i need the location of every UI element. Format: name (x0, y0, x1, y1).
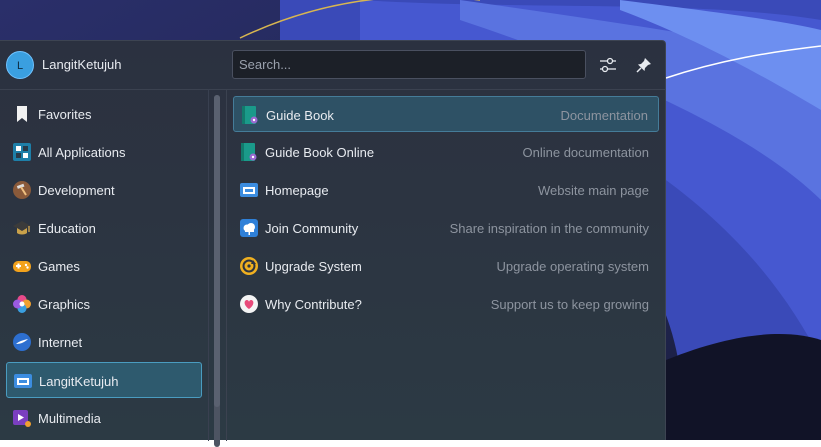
sidebar-scrollbar[interactable] (214, 95, 220, 447)
sidebar-edge (208, 89, 209, 441)
sidebar-item-label: Multimedia (38, 411, 101, 426)
app-description: Upgrade operating system (496, 259, 649, 274)
sidebar-item-multimedia[interactable]: Multimedia (6, 400, 202, 436)
sidebar-item-label: All Applications (38, 145, 126, 160)
sidebar-item-label: Graphics (38, 297, 91, 312)
bookmark-icon (17, 106, 27, 122)
pane-divider (226, 89, 227, 441)
app-name: Guide Book (266, 108, 334, 123)
sliders-icon (600, 57, 616, 73)
upgrade-icon (240, 257, 258, 275)
app-name: Guide Book Online (265, 145, 375, 160)
graduation-cap-icon (13, 221, 31, 235)
sidebar-item-graphics[interactable]: Graphics (6, 286, 202, 322)
application-launcher: L LangitKetujuh Search... Favorites All … (0, 40, 666, 447)
hammer-icon (13, 181, 31, 199)
sidebar-item-all-applications[interactable]: All Applications (6, 134, 202, 170)
app-description: Support us to keep growing (490, 297, 649, 312)
sidebar-item-label: Education (38, 221, 96, 236)
app-item-guide-book-online[interactable]: Guide Book Online Online documentation (233, 134, 659, 170)
sidebar-item-favorites[interactable]: Favorites (6, 96, 202, 132)
app-name: Why Contribute? (265, 297, 362, 312)
sidebar-item-internet[interactable]: Internet (6, 324, 202, 360)
pin-button[interactable] (632, 53, 656, 77)
sidebar-item-label: LangitKetujuh (39, 374, 119, 389)
gamepad-icon (13, 261, 31, 272)
scrollbar-thumb[interactable] (214, 95, 220, 407)
cloud-icon (240, 219, 258, 237)
app-name: Homepage (265, 183, 329, 198)
book-icon (241, 143, 257, 161)
sidebar-item-langitketujuh[interactable]: LangitKetujuh (6, 362, 202, 398)
heart-icon (240, 295, 258, 313)
user-avatar[interactable]: L (6, 51, 34, 79)
app-description: Online documentation (522, 145, 649, 160)
sidebar-item-label: Development (38, 183, 115, 198)
app-description: Documentation (560, 108, 648, 123)
app-name: Upgrade System (265, 259, 362, 274)
configure-button[interactable] (596, 53, 620, 77)
sidebar-item-games[interactable]: Games (6, 248, 202, 284)
grid-icon (13, 143, 31, 161)
app-name: Join Community (265, 221, 359, 236)
book-icon (242, 106, 258, 124)
globe-icon (13, 333, 31, 351)
window-icon (240, 183, 258, 197)
launcher-header: L LangitKetujuh Search... (0, 41, 665, 89)
header-divider (0, 89, 665, 90)
app-item-why-contribute[interactable]: Why Contribute? Support us to keep growi… (233, 286, 659, 322)
app-item-homepage[interactable]: Homepage Website main page (233, 172, 659, 208)
app-item-guide-book[interactable]: Guide Book Documentation (233, 96, 659, 132)
pin-icon (636, 58, 651, 73)
search-input[interactable]: Search... (232, 50, 586, 79)
app-description: Website main page (537, 183, 649, 198)
app-description: Share inspiration in the community (449, 221, 649, 236)
sidebar-item-label: Games (38, 259, 80, 274)
sidebar-item-education[interactable]: Education (6, 210, 202, 246)
graphics-flower-icon (13, 295, 31, 313)
app-item-upgrade-system[interactable]: Upgrade System Upgrade operating system (233, 248, 659, 284)
multimedia-icon (13, 410, 31, 427)
window-icon (14, 374, 32, 388)
app-item-join-community[interactable]: Join Community Share inspiration in the … (233, 210, 659, 246)
sidebar-item-development[interactable]: Development (6, 172, 202, 208)
username-label: LangitKetujuh (42, 57, 122, 72)
sidebar-item-label: Internet (38, 335, 83, 350)
sidebar-item-label: Favorites (38, 107, 92, 122)
